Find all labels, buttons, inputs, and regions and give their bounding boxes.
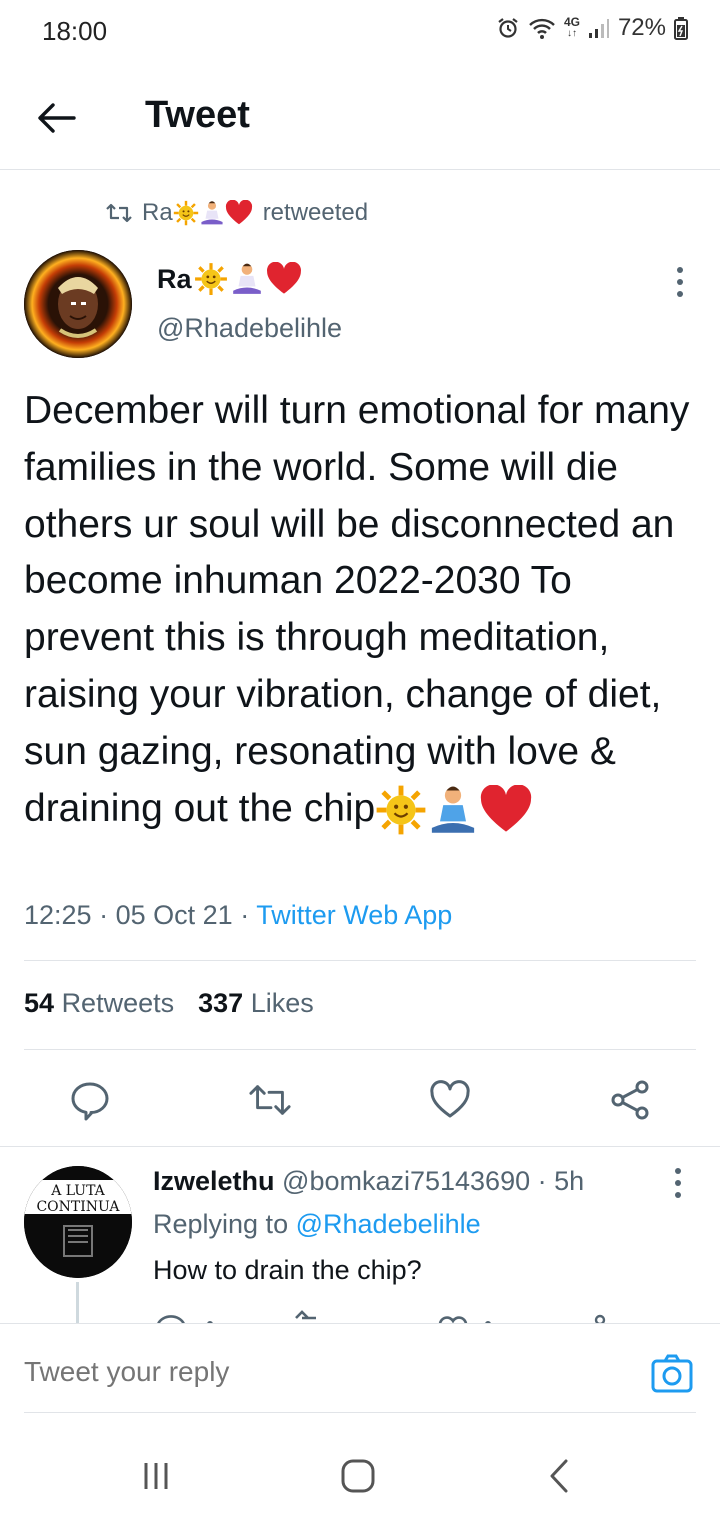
svg-text:CONTINUA: CONTINUA xyxy=(36,1199,120,1215)
reply-header: Izwelethu @bomkazi75143690 · 5h xyxy=(153,1166,585,1196)
reply-avatar[interactable]: A LUTA CONTINUA xyxy=(24,1166,132,1278)
system-navigation-bar xyxy=(0,1414,720,1520)
retweeted-by-line[interactable]: Ra retweeted xyxy=(106,196,368,230)
reply-more-options-icon[interactable] xyxy=(666,1168,690,1198)
divider xyxy=(24,1049,696,1050)
app-header: Tweet xyxy=(0,62,720,170)
retweets-stat[interactable]: 54 Retweets xyxy=(24,988,174,1019)
reply-icon[interactable] xyxy=(68,1078,112,1122)
tweet-emojis xyxy=(375,784,533,836)
meditation-emoji-icon xyxy=(201,201,223,225)
reply-actions-peek xyxy=(150,1310,630,1324)
status-bar: 18:00 4G ↓↑ 72% xyxy=(0,0,720,62)
retweeted-label: retweeted xyxy=(262,199,369,226)
system-back-icon[interactable] xyxy=(538,1454,582,1498)
more-options-icon[interactable] xyxy=(668,262,692,302)
tweet-stats: 54 Retweets 337 Likes xyxy=(24,988,314,1019)
heart-emoji-icon xyxy=(481,785,532,832)
author-avatar[interactable] xyxy=(24,250,132,358)
divider xyxy=(0,1146,720,1147)
retweeter-name: Ra xyxy=(142,199,253,227)
reply-author-handle[interactable]: @bomkazi75143690 xyxy=(282,1166,530,1196)
share-icon[interactable] xyxy=(608,1078,652,1122)
home-icon[interactable] xyxy=(336,1454,380,1498)
back-arrow-icon[interactable] xyxy=(32,94,80,142)
heart-emoji-icon xyxy=(225,200,252,225)
divider xyxy=(24,960,696,961)
meditation-emoji-icon xyxy=(232,263,261,294)
page-title: Tweet xyxy=(145,94,250,136)
reply-age: 5h xyxy=(554,1166,585,1196)
alarm-icon xyxy=(496,16,520,40)
reply-input[interactable] xyxy=(24,1356,604,1388)
tweet-text: December will turn emotional for many fa… xyxy=(24,383,696,837)
status-icons: 4G ↓↑ 72% xyxy=(496,14,688,42)
network-type: 4G ↓↑ xyxy=(563,15,580,39)
likes-stat[interactable]: 337 Likes xyxy=(198,988,314,1019)
retweet-small-icon xyxy=(106,203,132,223)
thread-line xyxy=(76,1282,79,1324)
author-handle[interactable]: @Rhadebelihle xyxy=(157,313,342,344)
status-time: 18:00 xyxy=(42,16,108,46)
replying-to-mention[interactable]: @Rhadebelihle xyxy=(296,1209,481,1239)
replying-to-line: Replying to @Rhadebelihle xyxy=(153,1209,481,1239)
heart-emoji-icon xyxy=(266,262,301,294)
wifi-icon xyxy=(528,16,556,40)
svg-text:A LUTA: A LUTA xyxy=(50,1183,105,1199)
sun-emoji-icon xyxy=(376,785,426,835)
tweet-time: 12:25 xyxy=(24,900,92,930)
meditation-emoji-icon xyxy=(432,786,475,834)
battery-percent: 72% xyxy=(617,14,666,41)
battery-icon xyxy=(674,16,688,40)
tweet-date: 05 Oct 21 xyxy=(115,900,233,930)
tweet-meta: 12:25 · 05 Oct 21 · Twitter Web App xyxy=(24,900,453,930)
reply-composer xyxy=(0,1324,720,1414)
sun-emoji-icon xyxy=(173,200,198,226)
signal-icon xyxy=(588,17,610,39)
retweet-icon[interactable] xyxy=(248,1078,292,1122)
reply-text: How to drain the chip? xyxy=(153,1255,422,1285)
like-heart-icon[interactable] xyxy=(428,1078,472,1122)
sun-emoji-icon xyxy=(194,263,227,295)
tweet-actions xyxy=(0,1070,720,1130)
camera-icon[interactable] xyxy=(650,1352,694,1396)
author-name[interactable]: Ra xyxy=(157,262,302,296)
reply-author-name[interactable]: Izwelethu xyxy=(153,1166,275,1196)
recent-apps-icon[interactable] xyxy=(134,1454,178,1498)
tweet-source-link[interactable]: Twitter Web App xyxy=(256,900,452,930)
divider xyxy=(24,1412,696,1413)
